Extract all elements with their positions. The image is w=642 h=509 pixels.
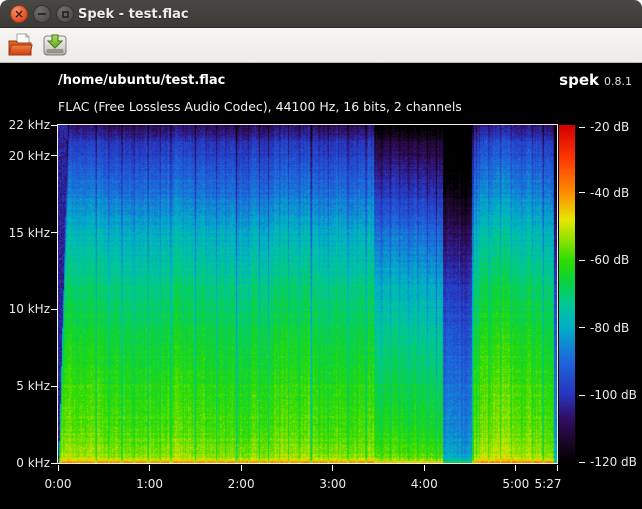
time-tick-label: 2:00	[219, 477, 263, 491]
save-drive-icon	[42, 32, 68, 58]
time-tick	[58, 465, 59, 471]
close-icon: ×	[14, 8, 24, 20]
freq-tick	[51, 386, 57, 387]
maximize-button[interactable]	[56, 5, 74, 23]
db-tick-label: -100 dB	[590, 388, 637, 402]
file-description: FLAC (Free Lossless Audio Codec), 44100 …	[58, 99, 462, 114]
close-button[interactable]: ×	[10, 5, 28, 23]
spectrogram-plot	[57, 124, 558, 464]
db-tick-label: -20 dB	[590, 120, 629, 134]
freq-tick-label: 15 kHz	[4, 226, 50, 240]
time-tick-label: 5:27	[526, 477, 570, 491]
time-tick	[424, 465, 425, 471]
freq-tick	[51, 232, 57, 233]
title-bar[interactable]: × Spek - test.flac	[0, 0, 642, 28]
freq-tick-label: 22 kHz	[4, 118, 50, 132]
open-button[interactable]	[5, 30, 35, 60]
spek-window: × Spek - test.flac	[0, 0, 642, 509]
db-tick	[579, 327, 585, 328]
minimize-icon	[38, 13, 46, 15]
freq-tick-label: 5 kHz	[4, 379, 50, 393]
freq-tick	[51, 463, 57, 464]
db-tick	[579, 127, 585, 128]
time-tick	[149, 465, 150, 471]
db-tick-label: -40 dB	[590, 186, 629, 200]
db-tick	[579, 260, 585, 261]
freq-tick-label: 10 kHz	[4, 302, 50, 316]
app-version: 0.8.1	[604, 75, 632, 88]
colorbar	[559, 125, 575, 463]
db-tick	[579, 192, 585, 193]
time-tick	[557, 465, 558, 471]
window-title: Spek - test.flac	[78, 0, 189, 28]
time-tick-label: 0:00	[36, 477, 80, 491]
time-tick-label: 3:00	[311, 477, 355, 491]
app-name: spek	[559, 71, 599, 89]
time-tick-label: 4:00	[402, 477, 446, 491]
db-tick-label: -80 dB	[590, 321, 629, 335]
freq-tick-label: 20 kHz	[4, 149, 50, 163]
db-tick-label: -120 dB	[590, 455, 637, 469]
minimize-button[interactable]	[33, 5, 51, 23]
save-button[interactable]	[40, 30, 70, 60]
toolbar	[0, 28, 642, 63]
freq-tick	[51, 155, 57, 156]
freq-tick	[51, 309, 57, 310]
freq-tick	[51, 125, 57, 126]
file-path: /home/ubuntu/test.flac	[58, 73, 225, 88]
time-tick	[241, 465, 242, 471]
main-content: /home/ubuntu/test.flac spek 0.8.1 FLAC (…	[0, 63, 642, 509]
db-tick	[579, 395, 585, 396]
db-tick-label: -60 dB	[590, 253, 629, 267]
maximize-icon	[62, 11, 69, 18]
time-tick	[332, 465, 333, 471]
time-tick	[515, 465, 516, 471]
db-tick	[579, 462, 585, 463]
freq-tick-label: 0 kHz	[4, 456, 50, 470]
folder-open-icon	[7, 32, 33, 58]
time-tick-label: 1:00	[128, 477, 172, 491]
spectrogram-canvas	[58, 125, 557, 463]
app-brand: spek 0.8.1	[559, 71, 632, 89]
